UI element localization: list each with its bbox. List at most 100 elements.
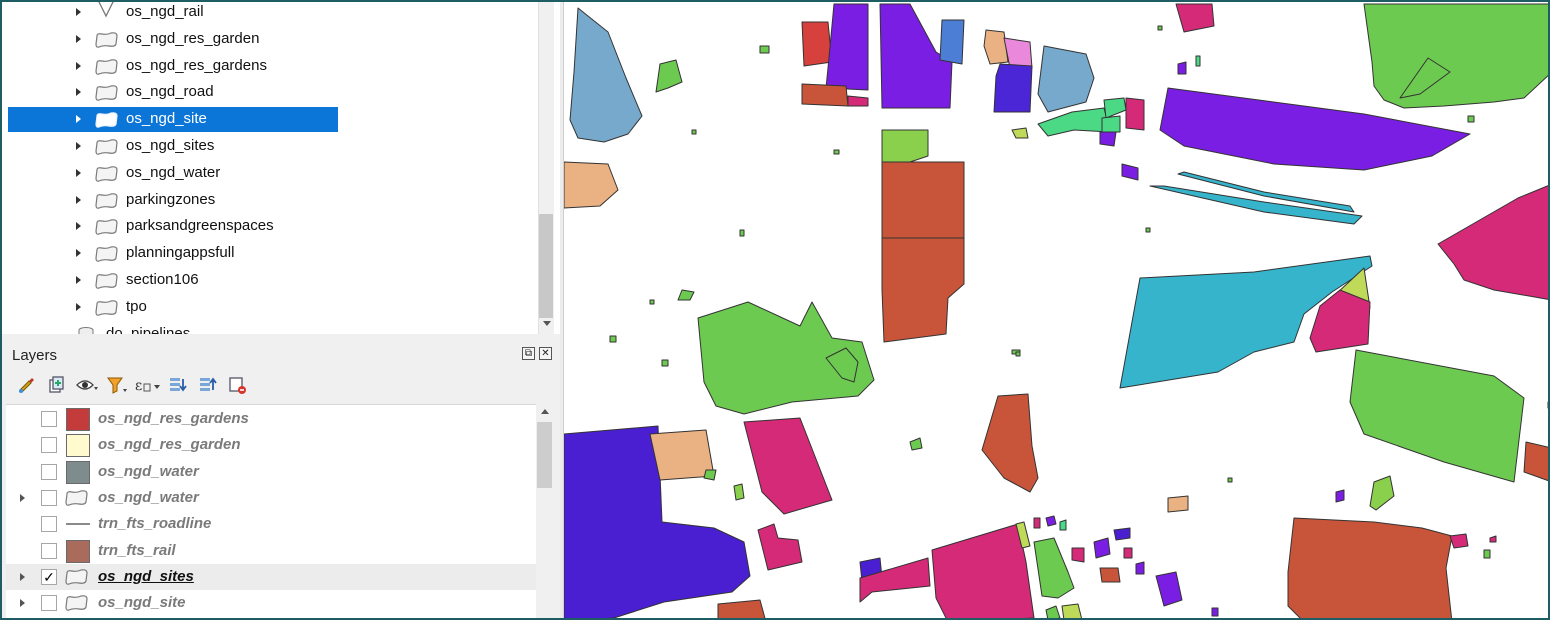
expand-arrow-icon[interactable] <box>76 88 81 97</box>
expand-arrow-icon[interactable] <box>76 302 81 311</box>
site-polygon <box>759 45 770 54</box>
expand-arrow-icon[interactable] <box>76 168 81 177</box>
polygon-layer-icon <box>94 218 120 240</box>
site-polygon <box>1437 185 1548 300</box>
polygon-layer-icon <box>94 111 120 133</box>
layer-row[interactable]: os_ngd_water <box>6 459 536 485</box>
site-polygon <box>1033 517 1041 529</box>
expression-filter-icon[interactable]: ε <box>132 372 162 398</box>
layer-row[interactable]: os_ngd_res_gardens <box>6 406 536 432</box>
site-polygon <box>1037 45 1095 113</box>
site-polygon <box>983 29 1009 65</box>
layer-visibility-checkbox[interactable] <box>41 516 57 533</box>
expand-arrow-icon[interactable] <box>76 8 81 16</box>
polygon-layer-icon <box>94 272 120 294</box>
remove-layer-icon[interactable] <box>222 372 252 398</box>
layers-toolbar: ε <box>12 372 252 398</box>
site-polygon <box>1175 3 1215 33</box>
polygon-layer-icon <box>64 594 90 617</box>
browser-tree: os_ngd_rail os_ngd_res_garden os_ngd_res_g… <box>2 2 538 334</box>
site-polygon <box>939 19 965 65</box>
browser-item[interactable]: os_ngd_site <box>8 107 338 133</box>
browser-item[interactable]: os_ngd_res_gardens <box>8 54 338 79</box>
layer-row[interactable]: ✓ os_ngd_sites <box>6 563 536 590</box>
browser-item[interactable]: os_ngd_rail <box>8 2 338 25</box>
browser-item[interactable]: section106 <box>8 268 338 293</box>
site-polygon <box>649 429 715 481</box>
layer-visibility-checkbox[interactable] <box>41 595 57 612</box>
site-polygon <box>1101 115 1121 133</box>
layer-row[interactable]: os_ngd_res_garden <box>6 432 536 458</box>
float-panel-button[interactable]: ⧉ <box>522 347 535 360</box>
browser-item-label: os_ngd_rail <box>126 3 204 20</box>
expand-all-icon[interactable] <box>162 372 192 398</box>
layer-visibility-checkbox[interactable]: ✓ <box>41 568 57 585</box>
site-polygon <box>1125 97 1145 131</box>
expand-arrow-icon[interactable] <box>76 142 81 150</box>
filter-icon[interactable] <box>102 372 132 398</box>
site-polygon <box>677 289 695 301</box>
site-polygon <box>661 359 669 367</box>
browser-scrollbar-thumb[interactable] <box>539 214 553 318</box>
browser-item[interactable]: parksandgreenspaces <box>8 214 338 239</box>
map-features[interactable] <box>564 2 1550 620</box>
browser-item[interactable]: os_ngd_sites <box>8 134 338 159</box>
layers-panel: Layers ⧉ ✕ ε os_ngd_res_gardens os_ngd_r… <box>2 338 560 618</box>
eye-visibility-icon[interactable] <box>72 372 102 398</box>
site-polygon <box>847 95 869 107</box>
expand-arrow-icon[interactable] <box>76 195 81 204</box>
browser-item[interactable]: do_pipelines <box>8 322 338 334</box>
polygon-layer-icon <box>94 299 120 321</box>
browser-item[interactable]: tpo <box>8 295 338 320</box>
layer-name: trn_fts_roadline <box>98 515 212 533</box>
layer-visibility-checkbox[interactable] <box>41 463 57 480</box>
expand-arrow-icon[interactable] <box>76 276 81 284</box>
layer-row[interactable]: os_ngd_site <box>6 590 536 616</box>
browser-item[interactable]: planningappsfull <box>8 241 338 266</box>
site-polygon <box>1157 25 1163 31</box>
layer-symbol-swatch <box>66 460 90 484</box>
layers-scrollbar-thumb[interactable] <box>537 422 552 488</box>
site-polygon <box>1227 477 1233 483</box>
site-polygon <box>1033 537 1075 599</box>
browser-item[interactable]: os_ngd_road <box>8 80 338 105</box>
layer-visibility-checkbox[interactable] <box>41 489 57 506</box>
site-polygon <box>825 3 869 91</box>
expand-arrow-icon[interactable] <box>76 115 81 124</box>
scroll-down-icon[interactable] <box>543 321 551 326</box>
site-polygon <box>703 469 717 481</box>
add-group-icon[interactable] <box>42 372 72 398</box>
expand-arrow-icon[interactable] <box>20 572 25 581</box>
scroll-up-icon[interactable] <box>541 409 549 414</box>
expand-arrow-icon[interactable] <box>76 249 81 258</box>
collapse-all-icon[interactable] <box>192 372 222 398</box>
site-polygon <box>1103 97 1127 119</box>
site-polygon <box>564 161 619 209</box>
site-polygon <box>1121 163 1139 181</box>
layer-visibility-checkbox[interactable] <box>41 411 57 427</box>
database-icon <box>76 326 102 334</box>
site-polygon <box>1335 489 1345 503</box>
expand-arrow-icon[interactable] <box>20 599 25 608</box>
close-panel-button[interactable]: ✕ <box>539 347 552 360</box>
layer-name: os_ngd_water <box>98 462 199 480</box>
site-polygon <box>569 7 643 143</box>
browser-item-label: do_pipelines <box>106 324 191 334</box>
browser-item[interactable]: parkingzones <box>8 188 338 213</box>
expand-arrow-icon[interactable] <box>76 61 81 70</box>
line-layer-icon <box>94 2 120 22</box>
layer-row[interactable]: trn_fts_roadline <box>6 511 536 537</box>
expand-arrow-icon[interactable] <box>20 493 25 502</box>
site-polygon <box>1363 3 1548 109</box>
style-brush-icon[interactable] <box>12 372 42 398</box>
browser-item[interactable]: os_ngd_res_garden <box>8 27 338 52</box>
map-canvas[interactable] <box>564 2 1550 620</box>
layer-name: os_ngd_sites <box>98 567 194 585</box>
layer-row[interactable]: os_ngd_water <box>6 485 536 511</box>
browser-item[interactable]: os_ngd_water <box>8 161 338 186</box>
layer-visibility-checkbox[interactable] <box>41 542 57 559</box>
layer-row[interactable]: trn_fts_rail <box>6 538 536 564</box>
layer-visibility-checkbox[interactable] <box>41 437 57 454</box>
expand-arrow-icon[interactable] <box>76 34 81 43</box>
expand-arrow-icon[interactable] <box>76 222 81 231</box>
